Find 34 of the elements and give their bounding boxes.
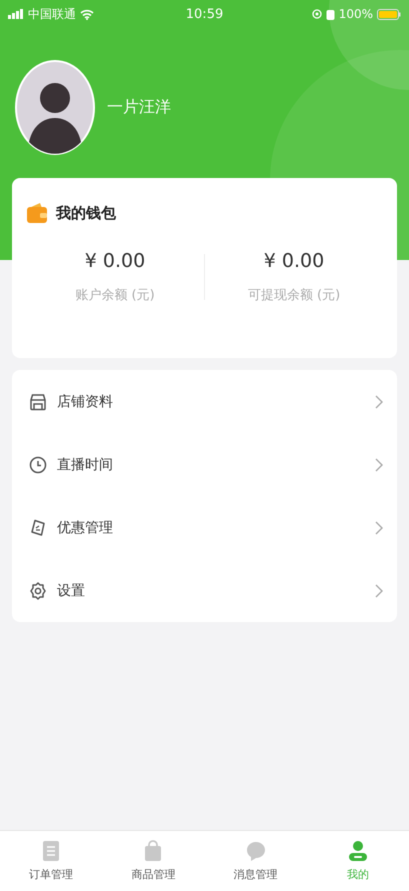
signal-icon (8, 9, 24, 19)
balance-label: 可提现余额 (元) (248, 287, 340, 304)
balance-amount: ¥ 0.00 (84, 250, 146, 272)
clipboard-icon (41, 840, 62, 862)
battery-icon (377, 8, 401, 20)
lock-rotation-icon (312, 9, 322, 19)
menu-item[interactable]: 优惠管理 (12, 496, 397, 559)
tab-item[interactable]: 商品管理 (102, 831, 204, 891)
tab-item[interactable]: 订单管理 (0, 831, 102, 891)
wallet-title: 我的钱包 (56, 204, 116, 222)
balance-amount: ¥ 0.00 (264, 250, 324, 272)
chevron-icon (375, 520, 383, 534)
carrier-name: 中国联通 (28, 6, 76, 22)
username: 一片汪洋 (107, 97, 171, 118)
person-icon (348, 840, 368, 862)
chevron-icon (375, 584, 383, 598)
menu-item[interactable]: 设置 (12, 559, 397, 622)
wallet-icon (26, 202, 48, 224)
chat-icon (246, 840, 266, 862)
clock-icon (29, 456, 47, 474)
store-icon (29, 392, 47, 410)
battery-percent: 100% (338, 7, 373, 21)
menu-item[interactable]: 店铺资料 (12, 370, 397, 433)
menu-item[interactable]: 直播时间 (12, 433, 397, 496)
status-time: 10:59 (186, 6, 224, 22)
avatar-icon (15, 60, 95, 155)
tab-item[interactable]: 消息管理 (204, 831, 307, 891)
chevron-icon (375, 394, 383, 408)
tag-icon (29, 518, 47, 536)
bag-icon (143, 840, 164, 862)
wifi-icon (80, 8, 94, 20)
balance-label: 账户余额 (元) (75, 287, 155, 304)
settings-icon (29, 582, 47, 600)
chevron-icon (375, 458, 383, 472)
